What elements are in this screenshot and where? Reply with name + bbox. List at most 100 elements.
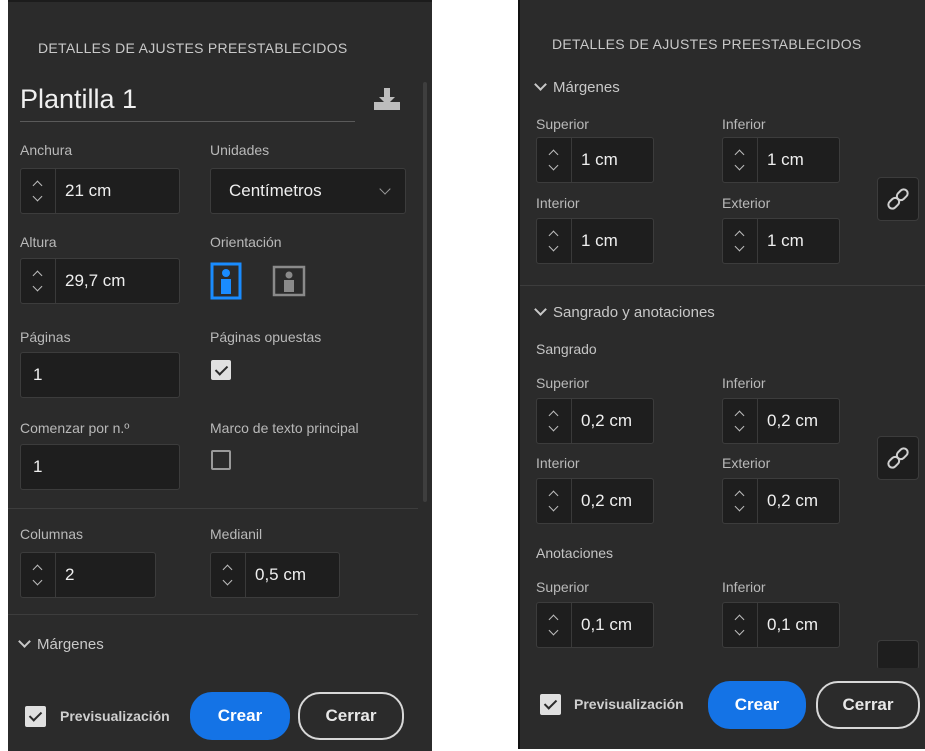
chevron-down-icon[interactable]	[734, 501, 745, 512]
columnas-field[interactable]: 2	[20, 552, 156, 598]
preview-checkbox[interactable]	[540, 694, 561, 715]
chevron-down-icon[interactable]	[548, 241, 559, 252]
portrait-orientation-icon[interactable]	[210, 262, 242, 300]
margen-superior-value[interactable]: 1 cm	[581, 138, 618, 182]
paginas-field[interactable]: 1	[20, 352, 180, 398]
sangrado-inferior-field[interactable]: 0,2 cm	[722, 398, 840, 444]
chevron-down-icon[interactable]	[32, 281, 43, 292]
anchura-field[interactable]: 21 cm	[20, 168, 180, 214]
margenes-section-toggle[interactable]: Márgenes	[534, 78, 620, 96]
chevron-up-icon[interactable]	[32, 270, 43, 281]
medianil-field[interactable]: 0,5 cm	[210, 552, 340, 598]
margen-exterior-value[interactable]: 1 cm	[767, 219, 804, 263]
altura-field[interactable]: 29,7 cm	[20, 258, 180, 304]
paginas-value[interactable]: 1	[33, 353, 42, 397]
create-button[interactable]: Crear	[708, 681, 806, 729]
sangrado-section-toggle[interactable]: Sangrado y anotaciones	[534, 303, 715, 321]
margen-superior-field[interactable]: 1 cm	[536, 137, 654, 183]
sangrado-interior-value[interactable]: 0,2 cm	[581, 479, 632, 523]
paginas-opuestas-checkbox[interactable]	[211, 360, 231, 380]
margen-exterior-stepper[interactable]	[723, 219, 758, 263]
scrollbar[interactable]	[423, 82, 427, 502]
margen-inferior-stepper[interactable]	[723, 138, 758, 182]
anotaciones-inferior-stepper[interactable]	[723, 603, 758, 647]
chevron-up-icon[interactable]	[32, 180, 43, 191]
landscape-orientation-icon[interactable]	[272, 265, 306, 297]
anchura-value[interactable]: 21 cm	[65, 169, 111, 213]
sangrado-exterior-value[interactable]: 0,2 cm	[767, 479, 818, 523]
unidades-select[interactable]: Centímetros	[210, 168, 406, 214]
create-button[interactable]: Crear	[190, 692, 290, 740]
margen-interior-stepper[interactable]	[537, 219, 572, 263]
sangrado-inferior-value[interactable]: 0,2 cm	[767, 399, 818, 443]
marco-texto-checkbox[interactable]	[211, 450, 231, 470]
chevron-down-icon[interactable]	[734, 625, 745, 636]
chevron-down-icon[interactable]	[734, 241, 745, 252]
sangrado-exterior-stepper[interactable]	[723, 479, 758, 523]
anotaciones-inferior-field[interactable]: 0,1 cm	[722, 602, 840, 648]
altura-value[interactable]: 29,7 cm	[65, 259, 125, 303]
chevron-down-icon[interactable]	[548, 625, 559, 636]
chevron-down-icon[interactable]	[548, 501, 559, 512]
margen-interior-value[interactable]: 1 cm	[581, 219, 618, 263]
margen-superior-stepper[interactable]	[537, 138, 572, 182]
comenzar-field[interactable]: 1	[20, 444, 180, 490]
chevron-up-icon[interactable]	[734, 614, 745, 625]
right-preset-panel: DETALLES DE AJUSTES PREESTABLECIDOS Márg…	[518, 0, 925, 749]
close-button[interactable]: Cerrar	[298, 692, 404, 740]
chevron-up-icon[interactable]	[734, 490, 745, 501]
chevron-down-icon[interactable]	[222, 575, 233, 586]
chevron-up-icon[interactable]	[734, 230, 745, 241]
sangrado-exterior-label: Exterior	[722, 455, 771, 471]
sangrado-inferior-stepper[interactable]	[723, 399, 758, 443]
sangrado-superior-value[interactable]: 0,2 cm	[581, 399, 632, 443]
chevron-up-icon[interactable]	[548, 230, 559, 241]
chevron-down-icon[interactable]	[734, 421, 745, 432]
anchura-stepper[interactable]	[21, 169, 56, 213]
chevron-down-icon[interactable]	[548, 160, 559, 171]
sangrado-exterior-field[interactable]: 0,2 cm	[722, 478, 840, 524]
chevron-down-icon	[534, 78, 547, 91]
anotaciones-superior-field[interactable]: 0,1 cm	[536, 602, 654, 648]
chevron-up-icon[interactable]	[734, 149, 745, 160]
link-annotations-button[interactable]	[877, 640, 919, 670]
chevron-up-icon[interactable]	[548, 149, 559, 160]
chevron-up-icon[interactable]	[548, 410, 559, 421]
chevron-up-icon[interactable]	[222, 564, 233, 575]
columnas-stepper[interactable]	[21, 553, 56, 597]
margen-exterior-field[interactable]: 1 cm	[722, 218, 840, 264]
medianil-value[interactable]: 0,5 cm	[255, 553, 306, 597]
margen-inferior-field[interactable]: 1 cm	[722, 137, 840, 183]
chevron-down-icon[interactable]	[32, 191, 43, 202]
preset-name-input[interactable]: Plantilla 1	[20, 84, 137, 115]
anotaciones-inferior-value[interactable]: 0,1 cm	[767, 603, 818, 647]
download-save-icon[interactable]	[372, 86, 402, 112]
sangrado-interior-stepper[interactable]	[537, 479, 572, 523]
margen-inferior-value[interactable]: 1 cm	[767, 138, 804, 182]
close-button[interactable]: Cerrar	[816, 681, 920, 729]
chevron-down-icon[interactable]	[548, 421, 559, 432]
link-bleed-button[interactable]	[877, 436, 919, 480]
chevron-up-icon[interactable]	[734, 410, 745, 421]
sangrado-superior-field[interactable]: 0,2 cm	[536, 398, 654, 444]
chevron-up-icon[interactable]	[548, 614, 559, 625]
link-icon	[887, 447, 909, 469]
unidades-value[interactable]: Centímetros	[229, 169, 322, 213]
altura-stepper[interactable]	[21, 259, 56, 303]
chevron-up-icon[interactable]	[32, 564, 43, 575]
anotaciones-superior-stepper[interactable]	[537, 603, 572, 647]
columnas-value[interactable]: 2	[65, 553, 74, 597]
chevron-down-icon[interactable]	[379, 183, 391, 195]
margen-interior-field[interactable]: 1 cm	[536, 218, 654, 264]
preview-checkbox[interactable]	[25, 706, 46, 727]
chevron-down-icon[interactable]	[32, 575, 43, 586]
medianil-stepper[interactable]	[211, 553, 246, 597]
link-margins-button[interactable]	[877, 177, 919, 221]
anotaciones-superior-value[interactable]: 0,1 cm	[581, 603, 632, 647]
chevron-down-icon[interactable]	[734, 160, 745, 171]
chevron-up-icon[interactable]	[548, 490, 559, 501]
comenzar-value[interactable]: 1	[33, 445, 42, 489]
margenes-section-toggle[interactable]: Márgenes	[18, 635, 104, 653]
sangrado-interior-field[interactable]: 0,2 cm	[536, 478, 654, 524]
sangrado-superior-stepper[interactable]	[537, 399, 572, 443]
